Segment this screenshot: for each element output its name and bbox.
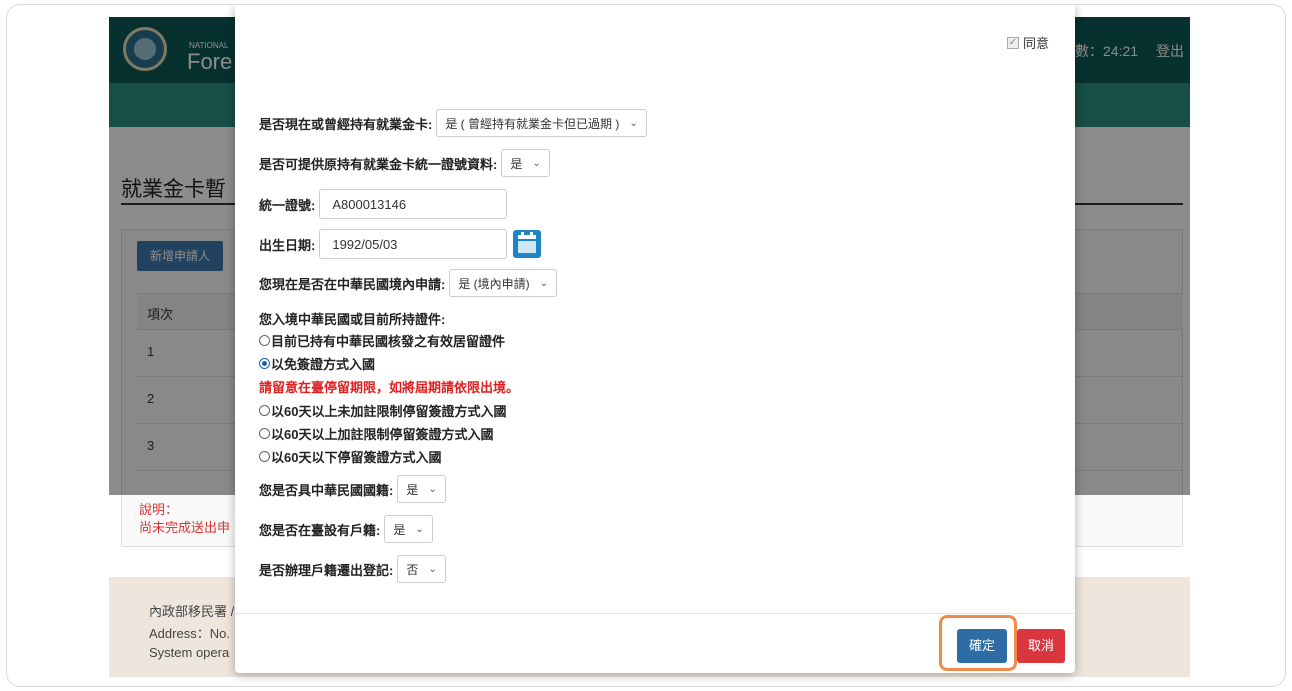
nationality-value: 是 bbox=[406, 482, 419, 497]
radio-icon bbox=[259, 428, 270, 439]
radio-icon bbox=[259, 335, 270, 346]
checkbox-icon: ✓ bbox=[1007, 36, 1019, 49]
provide-id-label: 是否可提供原持有就業金卡統一證號資料: bbox=[259, 156, 498, 172]
radio-label: 以60天以下停留簽證方式入國 bbox=[271, 450, 442, 465]
radio-label: 以免簽證方式入國 bbox=[271, 357, 376, 372]
provide-id-row: 是否可提供原持有就業金卡統一證號資料: 是 ⌄ bbox=[259, 149, 550, 177]
household-value: 是 bbox=[393, 522, 406, 537]
uid-label: 統一證號: bbox=[259, 197, 316, 213]
radio-icon bbox=[259, 451, 270, 462]
agree-checkbox[interactable]: ✓ 同意 bbox=[1007, 33, 1049, 52]
confirm-button[interactable]: 確定 bbox=[957, 629, 1007, 663]
agree-label: 同意 bbox=[1023, 36, 1050, 51]
holds-card-row: 是否現在或曾經持有就業金卡: 是 ( 曾經持有就業金卡但已過期 ) ⌄ bbox=[259, 109, 647, 137]
stay-limit-warning: 請留意在臺停留期限，如將屆期請依限出境。 bbox=[259, 380, 520, 395]
moveout-row: 是否辦理戶籍遷出登記: 否 ⌄ bbox=[259, 555, 446, 583]
note-title: 說明： bbox=[139, 502, 179, 517]
calendar-icon[interactable] bbox=[513, 230, 542, 258]
holds-card-label: 是否現在或曾經持有就業金卡: bbox=[259, 116, 433, 132]
radio-option[interactable]: 以免簽證方式入國 bbox=[259, 354, 375, 373]
apply-in-roc-select[interactable]: 是 (境內申請) ⌄ bbox=[449, 269, 558, 297]
moveout-value: 否 bbox=[406, 562, 419, 577]
applicant-modal: ✓ 同意 是否現在或曾經持有就業金卡: 是 ( 曾經持有就業金卡但已過期 ) ⌄… bbox=[235, 5, 1075, 673]
provide-id-select[interactable]: 是 ⌄ bbox=[501, 149, 550, 177]
radio-selected-icon bbox=[259, 358, 270, 369]
radio-option[interactable]: 以60天以上未加註限制停留簽證方式入國 bbox=[259, 401, 506, 420]
chevron-down-icon: ⌄ bbox=[415, 523, 424, 535]
chevron-down-icon: ⌄ bbox=[428, 483, 437, 495]
radio-label: 以60天以上加註限制停留簽證方式入國 bbox=[271, 427, 494, 442]
footer-agency: 內政部移民署 / bbox=[149, 604, 235, 619]
nationality-label: 您是否具中華民國國籍: bbox=[259, 482, 394, 498]
radio-option[interactable]: 目前已持有中華民國核發之有效居留證件 bbox=[259, 331, 505, 350]
entry-doc-label: 您入境中華民國或目前所持證件: bbox=[259, 312, 446, 327]
clipped-text bbox=[265, 7, 965, 15]
nationality-row: 您是否具中華民國國籍: 是 ⌄ bbox=[259, 475, 446, 503]
provide-id-value: 是 bbox=[510, 156, 523, 171]
dob-label: 出生日期: bbox=[259, 237, 316, 253]
apply-in-roc-value: 是 (境內申請) bbox=[458, 276, 530, 291]
footer-system: System opera bbox=[149, 645, 230, 660]
footer-address: Address：No. bbox=[149, 626, 230, 641]
chevron-down-icon: ⌄ bbox=[428, 563, 437, 575]
chevron-down-icon: ⌄ bbox=[629, 117, 638, 129]
holds-card-value: 是 ( 曾經持有就業金卡但已過期 ) bbox=[445, 116, 620, 131]
radio-icon bbox=[259, 405, 270, 416]
screenshot-frame: NATIONAL Fore 數：24:21 登出 就業金卡暫 新增申請人 項次 … bbox=[6, 4, 1286, 687]
moveout-label: 是否辦理戶籍遷出登記: bbox=[259, 562, 394, 578]
radio-label: 目前已持有中華民國核發之有效居留證件 bbox=[271, 334, 506, 349]
moveout-select[interactable]: 否 ⌄ bbox=[397, 555, 446, 583]
radio-option[interactable]: 以60天以上加註限制停留簽證方式入國 bbox=[259, 424, 493, 443]
note-text: 尚未完成送出申 bbox=[139, 520, 231, 535]
radio-label: 以60天以上未加註限制停留簽證方式入國 bbox=[271, 404, 507, 419]
chevron-down-icon: ⌄ bbox=[539, 277, 549, 289]
cancel-button[interactable]: 取消 bbox=[1017, 629, 1065, 663]
dob-input[interactable]: 1992/05/03 bbox=[319, 229, 508, 259]
household-label: 您是否在臺設有戶籍: bbox=[259, 522, 381, 538]
uid-input[interactable]: A800013146 bbox=[319, 189, 508, 219]
modal-footer-divider bbox=[235, 613, 1075, 614]
household-select[interactable]: 是 ⌄ bbox=[384, 515, 433, 543]
apply-in-roc-label: 您現在是否在中華民國境內申請: bbox=[259, 276, 446, 292]
dob-row: 出生日期: 1992/05/03 bbox=[259, 229, 542, 259]
nationality-select[interactable]: 是 ⌄ bbox=[397, 475, 446, 503]
radio-option[interactable]: 以60天以下停留簽證方式入國 bbox=[259, 447, 441, 466]
household-row: 您是否在臺設有戶籍: 是 ⌄ bbox=[259, 515, 433, 543]
uid-row: 統一證號: A800013146 bbox=[259, 189, 508, 219]
holds-card-select[interactable]: 是 ( 曾經持有就業金卡但已過期 ) ⌄ bbox=[436, 109, 647, 137]
apply-in-roc-row: 您現在是否在中華民國境內申請: 是 (境內申請) ⌄ bbox=[259, 269, 558, 297]
chevron-down-icon: ⌄ bbox=[532, 157, 541, 169]
